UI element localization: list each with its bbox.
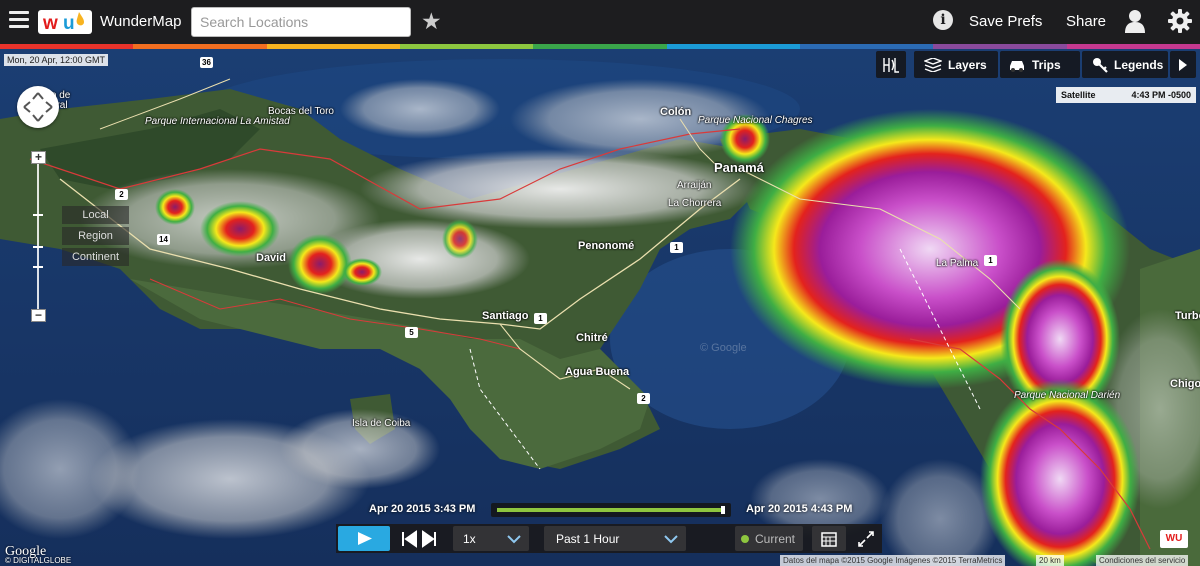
timeline-end-label: Apr 20 2015 4:43 PM [746,503,853,515]
layer-status: Satellite 4:43 PM -0500 [1056,87,1196,103]
place-label: Agua Buena [565,366,630,378]
pan-arrows-icon [23,92,53,122]
timeline-progress-bar[interactable] [491,503,731,517]
layers-button[interactable]: Layers [914,51,998,78]
zoom-region-button[interactable]: Region [62,227,129,245]
timeline-handle[interactable] [721,506,725,514]
place-label: Parque Internacional La Amistad [145,116,290,127]
current-label: Current [755,531,796,546]
layers-icon [924,57,942,72]
place-label: Colón [660,106,692,118]
status-dot-icon [741,534,749,543]
high-low-button[interactable] [876,51,906,78]
svg-text:u: u [63,13,75,34]
place-label: Arraiján [677,180,712,191]
calendar-icon [821,531,837,547]
app-title: WunderMap [100,13,182,30]
place-label: Parque Nacional Darién [1014,390,1121,401]
place-label: Panamá [714,160,764,175]
place-label: Isla de Coiba [352,418,411,429]
chevron-down-icon [507,534,521,543]
place-label: Parque Nacional Chagres [698,115,813,126]
current-button[interactable]: Current [735,526,803,551]
route-shield: 14 [157,234,170,245]
step-buttons[interactable] [396,526,441,551]
share-link[interactable]: Share [1066,13,1106,30]
high-low-icon [883,57,899,73]
legends-button[interactable]: Legends [1082,51,1168,78]
place-label: David [256,252,286,264]
place-label: La Chorrera [668,198,722,209]
route-shield: 2 [637,393,650,404]
timeline-start-label: Apr 20 2015 3:43 PM [369,503,476,515]
timeline-progress-fill [497,508,725,512]
top-bar: w u WunderMap ★ i Save Prefs Share [0,0,1200,44]
save-prefs-link[interactable]: Save Prefs [969,13,1042,30]
wu-badge-logo: WU [1160,530,1188,548]
svg-text:w: w [42,13,58,34]
trips-button[interactable]: Trips [1000,51,1080,78]
layer-time: 4:43 PM -0500 [1131,90,1191,100]
map-date-stamp: Mon, 20 Apr, 12:00 GMT [4,54,109,66]
speed-value: 1x [463,531,476,546]
car-icon [1010,60,1024,72]
range-value: Past 1 Hour [556,531,620,546]
user-icon[interactable] [1124,9,1146,33]
chevron-down-icon [664,534,678,543]
speed-select[interactable]: 1x [453,526,529,551]
play-button[interactable] [338,526,390,551]
route-shield: 2 [115,189,128,200]
expand-toolbar-button[interactable] [1170,51,1196,78]
zoom-out-button[interactable]: − [31,309,46,322]
layers-label: Layers [948,57,987,72]
play-icon [358,532,372,545]
info-icon[interactable]: i [933,10,953,30]
trips-label: Trips [1032,57,1061,72]
wundermap-app: w u WunderMap ★ i Save Prefs Share [0,0,1200,566]
wu-logo[interactable]: w u [38,6,92,38]
fullscreen-button[interactable] [851,526,881,551]
place-label: Penonomé [578,240,635,252]
calendar-button[interactable] [812,526,846,551]
key-icon [1093,57,1108,73]
place-label: Santiago [482,310,529,322]
route-shield: 5 [405,327,418,338]
legends-label: Legends [1114,57,1164,72]
route-shield: 1 [984,255,997,266]
zoom-tick [33,266,43,268]
map-scale: 20 km [1036,555,1064,566]
favorite-star-icon[interactable]: ★ [421,8,442,34]
imagery-credit: © DIGITALGLOBE [5,556,72,565]
place-label: Chitré [576,332,608,344]
place-label: Turbo [1175,310,1200,322]
zoom-slider-handle[interactable] [33,246,43,248]
range-select[interactable]: Past 1 Hour [544,526,686,551]
zoom-tick [33,214,43,216]
gear-icon[interactable] [1167,8,1193,34]
expand-icon [858,530,874,547]
terms-link[interactable]: Condiciones del servicio [1096,555,1189,566]
route-shield: 1 [534,313,547,324]
route-shield: 1 [670,242,683,253]
zoom-continent-button[interactable]: Continent [62,248,129,266]
step-back-forward-icon [401,529,436,548]
map-watermark: © Google [700,342,747,354]
layer-name: Satellite [1061,90,1096,100]
place-label: Chigoro [1170,378,1200,390]
play-arrow-icon [1179,58,1187,71]
menu-icon[interactable] [9,11,29,31]
pan-control[interactable] [17,86,59,128]
place-label: La Palma [936,258,979,269]
zoom-slider-track[interactable] [37,162,39,312]
zoom-in-button[interactable]: + [31,151,46,164]
route-shield: 36 [200,57,213,68]
search-input[interactable] [191,7,411,37]
map-attribution[interactable]: Datos del mapa ©2015 Google Imágenes ©20… [780,555,1006,566]
zoom-local-button[interactable]: Local [62,206,129,224]
